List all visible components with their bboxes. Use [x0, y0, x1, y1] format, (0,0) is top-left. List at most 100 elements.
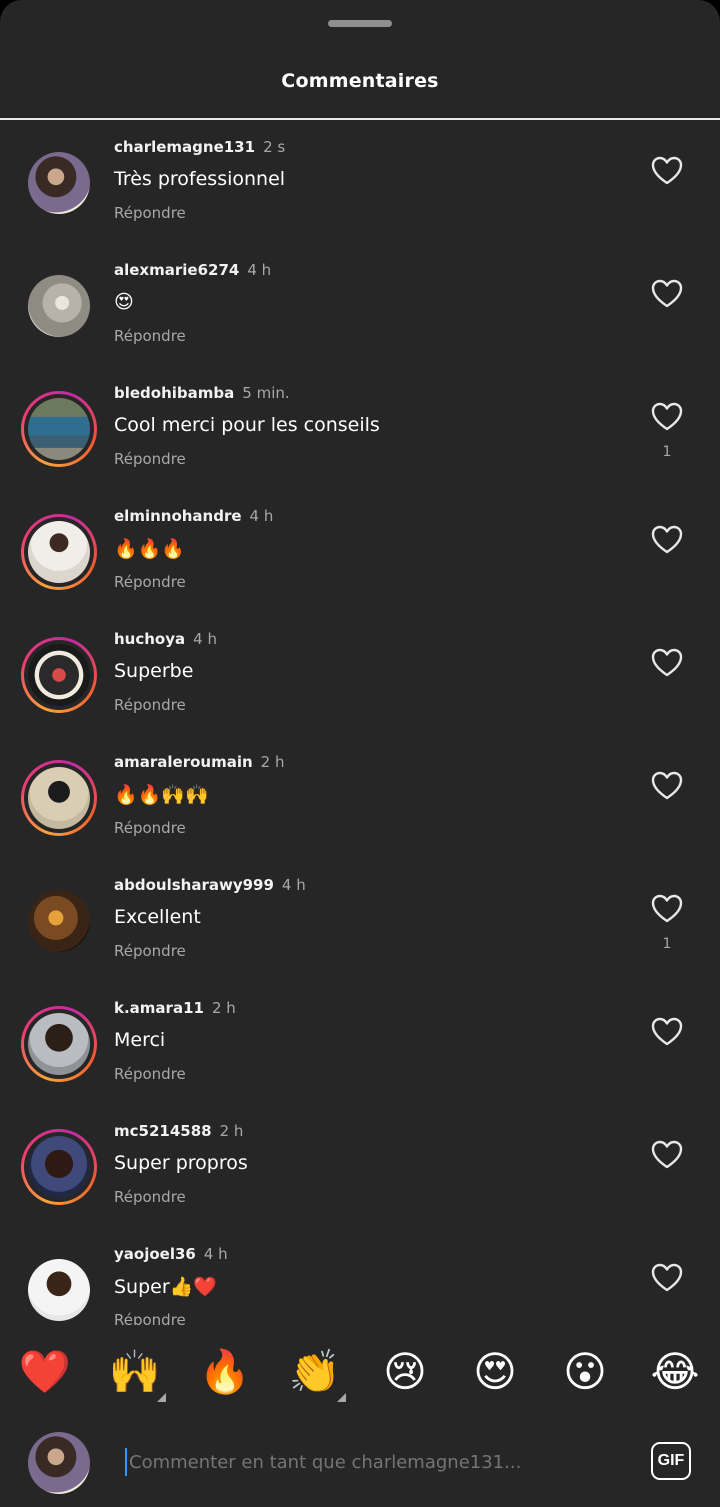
- emoji-crying[interactable]: 😢: [377, 1344, 433, 1400]
- comment-meta: bledohibamba 5 min.: [114, 384, 290, 402]
- avatar[interactable]: [21, 514, 97, 590]
- comment-text: Cool merci pour les conseils: [114, 414, 380, 436]
- username[interactable]: charlemagne131: [114, 138, 255, 156]
- comments-sheet: Commentaires charlemagne131 2 s Très prof…: [0, 0, 720, 1507]
- emoji-clapping[interactable]: 👏: [287, 1344, 343, 1400]
- reply-button[interactable]: Répondre: [114, 696, 186, 714]
- comment-text: Excellent: [114, 906, 201, 928]
- avatar[interactable]: [21, 637, 97, 713]
- username[interactable]: huchoya: [114, 630, 185, 648]
- gif-button[interactable]: GIF: [651, 1442, 691, 1480]
- comment-item: bledohibamba 5 min. Cool merci pour les c…: [0, 366, 720, 489]
- reply-button[interactable]: Répondre: [114, 1065, 186, 1083]
- skin-tone-indicator: [157, 1393, 166, 1402]
- timestamp: 4 h: [203, 1245, 228, 1263]
- heart-icon[interactable]: [651, 648, 683, 678]
- comment-item: amaraleroumain 2 h 🔥🔥🙌🙌 Répondre: [0, 735, 720, 858]
- reply-button[interactable]: Répondre: [114, 327, 186, 345]
- username[interactable]: alexmarie6274: [114, 261, 239, 279]
- username[interactable]: abdoulsharawy999: [114, 876, 274, 894]
- reply-button[interactable]: Répondre: [114, 573, 186, 591]
- drag-handle[interactable]: [328, 20, 392, 27]
- comment-input[interactable]: [125, 1448, 625, 1476]
- comment-text: 😍: [114, 291, 134, 313]
- comment-meta: elminnohandre 4 h: [114, 507, 273, 525]
- avatar[interactable]: [21, 1252, 97, 1325]
- reply-button[interactable]: Répondre: [114, 942, 186, 960]
- avatar[interactable]: [21, 145, 97, 221]
- comment-text: Super👍❤️: [114, 1276, 217, 1298]
- avatar[interactable]: [21, 391, 97, 467]
- comment-item: mc5214588 2 h Super propros Répondre: [0, 1104, 720, 1227]
- own-avatar: [28, 1432, 90, 1494]
- heart-icon[interactable]: [651, 1140, 683, 1170]
- comment-text: 🔥🔥🔥: [114, 538, 185, 560]
- reply-button[interactable]: Répondre: [114, 1188, 186, 1206]
- timestamp: 4 h: [249, 507, 274, 525]
- comment-text: 🔥🔥🙌🙌: [114, 784, 209, 806]
- avatar[interactable]: [21, 883, 97, 959]
- comment-meta: yaojoel36 4 h: [114, 1245, 228, 1263]
- heart-icon[interactable]: [651, 894, 683, 924]
- username[interactable]: amaraleroumain: [114, 753, 253, 771]
- comment-item: k.amara11 2 h Merci Répondre: [0, 981, 720, 1104]
- avatar[interactable]: [21, 268, 97, 344]
- timestamp: 4 h: [247, 261, 272, 279]
- comment-text: Très professionnel: [114, 168, 286, 190]
- heart-icon[interactable]: [651, 1017, 683, 1047]
- comment-meta: amaraleroumain 2 h: [114, 753, 285, 771]
- like-count: 1: [662, 936, 672, 952]
- comment-list[interactable]: charlemagne131 2 s Très professionnel Rép…: [0, 120, 720, 1325]
- sheet-title: Commentaires: [281, 70, 439, 92]
- heart-icon[interactable]: [651, 402, 683, 432]
- comment-meta: mc5214588 2 h: [114, 1122, 243, 1140]
- timestamp: 5 min.: [242, 384, 290, 402]
- heart-icon[interactable]: [651, 1263, 683, 1293]
- like-count: 1: [662, 444, 672, 460]
- emoji-bar: ❤️ 🙌 🔥 👏 😢 😍 😮 😂: [0, 1330, 720, 1414]
- emoji-laughing[interactable]: 😂: [647, 1344, 703, 1400]
- comment-meta: abdoulsharawy999 4 h: [114, 876, 306, 894]
- skin-tone-indicator: [337, 1393, 346, 1402]
- heart-icon[interactable]: [651, 279, 683, 309]
- comment-meta: alexmarie6274 4 h: [114, 261, 271, 279]
- comment-text: Merci: [114, 1029, 166, 1051]
- username[interactable]: yaojoel36: [114, 1245, 196, 1263]
- comment-text: Super propros: [114, 1152, 248, 1174]
- timestamp: 2 h: [219, 1122, 244, 1140]
- comment-item: charlemagne131 2 s Très professionnel Rép…: [0, 120, 720, 243]
- comment-item: abdoulsharawy999 4 h Excellent Répondre 1: [0, 858, 720, 981]
- avatar[interactable]: [21, 760, 97, 836]
- timestamp: 2 h: [260, 753, 285, 771]
- username[interactable]: k.amara11: [114, 999, 204, 1017]
- emoji-heart-eyes[interactable]: 😍: [467, 1344, 523, 1400]
- comment-meta: charlemagne131 2 s: [114, 138, 285, 156]
- reply-button[interactable]: Répondre: [114, 1311, 186, 1325]
- timestamp: 2 h: [211, 999, 236, 1017]
- username[interactable]: bledohibamba: [114, 384, 234, 402]
- timestamp: 2 s: [263, 138, 286, 156]
- timestamp: 4 h: [193, 630, 217, 648]
- emoji-surprised[interactable]: 😮: [557, 1344, 613, 1400]
- comment-item: elminnohandre 4 h 🔥🔥🔥 Répondre: [0, 489, 720, 612]
- timestamp: 4 h: [281, 876, 306, 894]
- emoji-heart[interactable]: ❤️: [17, 1344, 73, 1400]
- heart-icon[interactable]: [651, 525, 683, 555]
- avatar[interactable]: [21, 1006, 97, 1082]
- comment-text: Superbe: [114, 660, 194, 682]
- reply-button[interactable]: Répondre: [114, 450, 186, 468]
- reply-button[interactable]: Répondre: [114, 204, 186, 222]
- comment-item: huchoya 4 h Superbe Répondre: [0, 612, 720, 735]
- avatar[interactable]: [21, 1129, 97, 1205]
- emoji-fire[interactable]: 🔥: [197, 1344, 253, 1400]
- heart-icon[interactable]: [651, 771, 683, 801]
- emoji-raising-hands[interactable]: 🙌: [107, 1344, 163, 1400]
- username[interactable]: elminnohandre: [114, 507, 242, 525]
- heart-icon[interactable]: [651, 156, 683, 186]
- comment-meta: k.amara11 2 h: [114, 999, 236, 1017]
- comment-item: yaojoel36 4 h Super👍❤️ Répondre: [0, 1227, 720, 1325]
- comment-meta: huchoya 4 h: [114, 630, 217, 648]
- username[interactable]: mc5214588: [114, 1122, 212, 1140]
- comment-composer: GIF: [0, 1414, 720, 1507]
- reply-button[interactable]: Répondre: [114, 819, 186, 837]
